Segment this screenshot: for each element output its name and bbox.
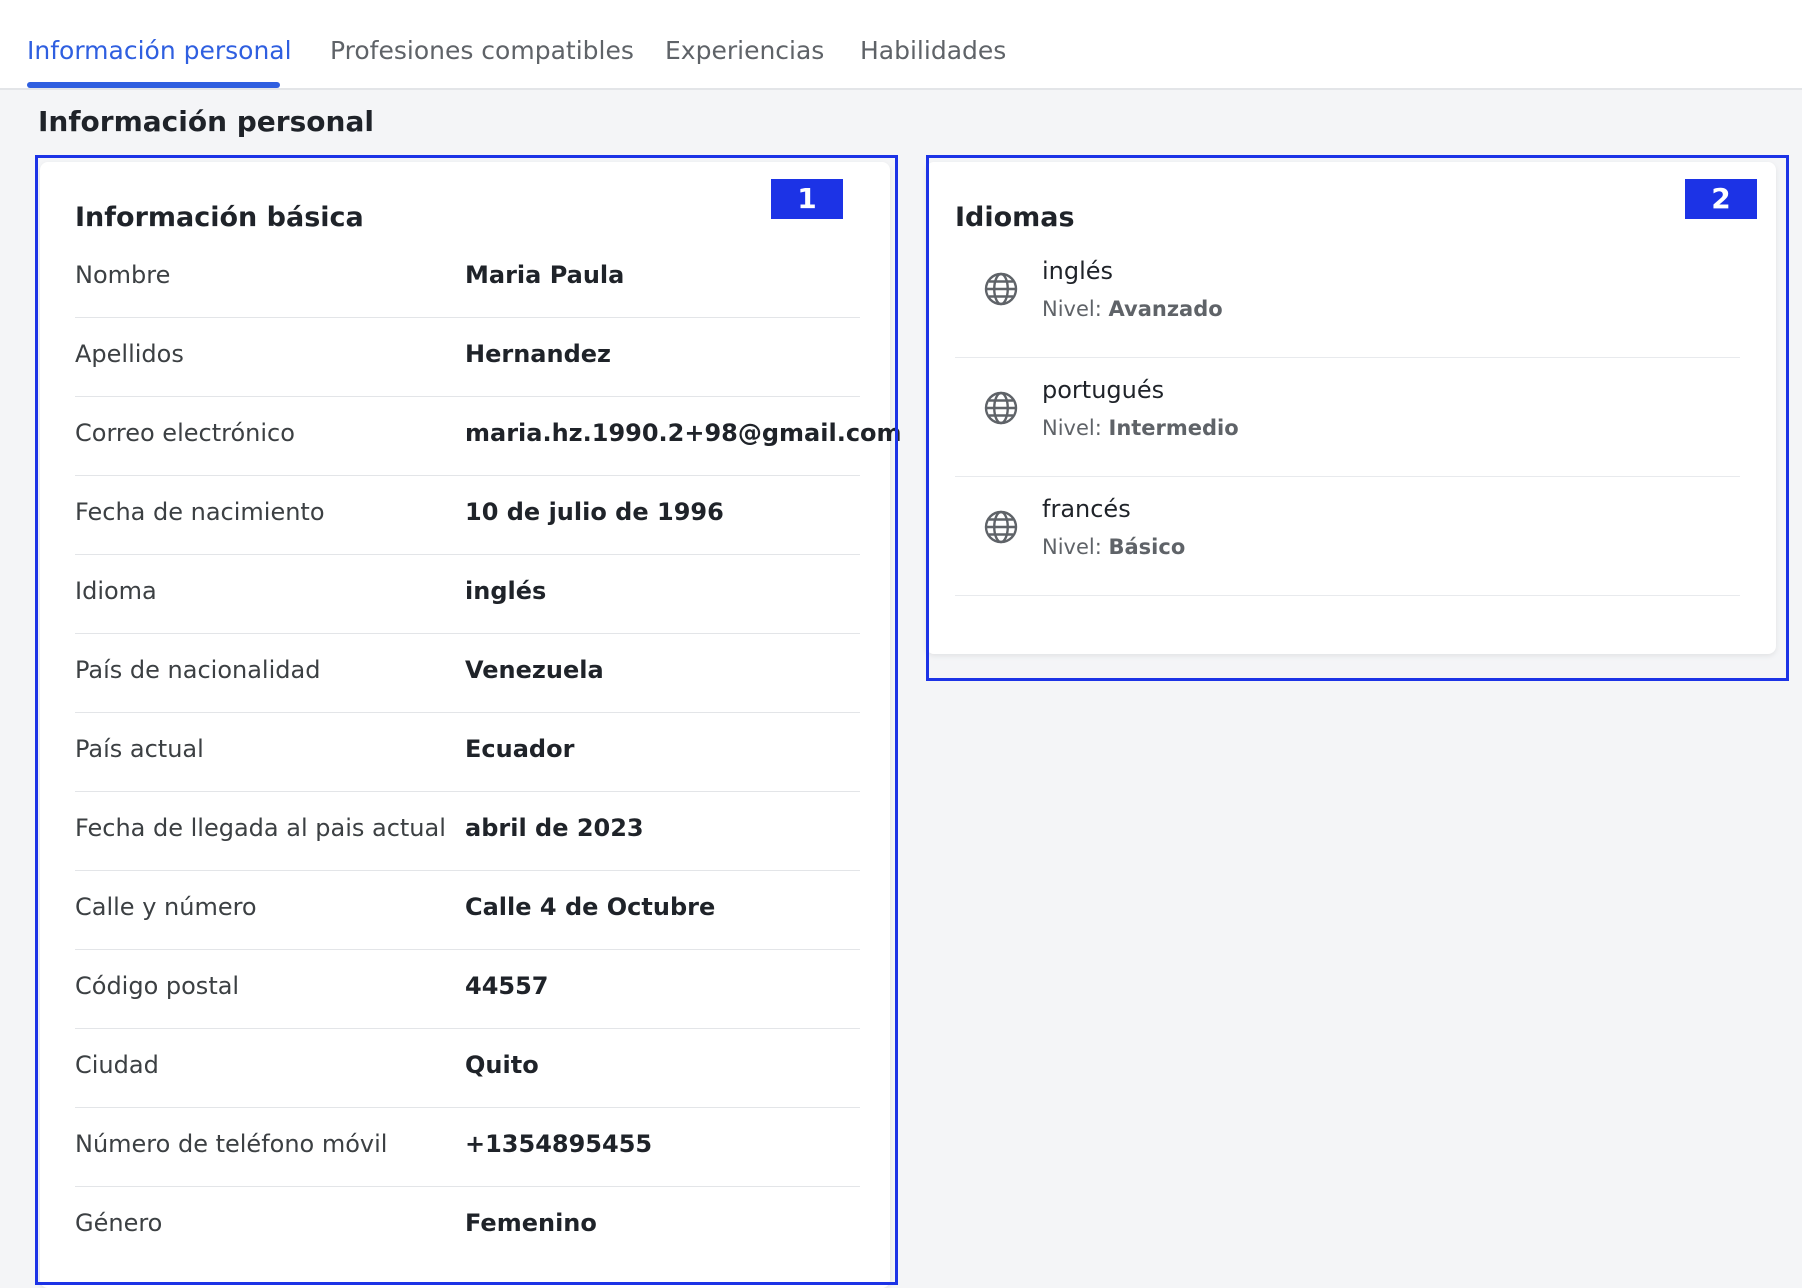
language-level: Nivel: Básico [1042,535,1185,559]
level-value: Básico [1108,535,1186,559]
language-level: Nivel: Intermedio [1042,416,1239,440]
info-row-fecha-llegada: Fecha de llegada al pais actual abril de… [75,792,860,871]
info-value: 44557 [465,972,549,1000]
globe-icon [984,510,1018,544]
languages-list: inglés Nivel: Avanzado portugués Nivel: … [955,239,1740,596]
info-label: Género [75,1209,163,1237]
info-value: +1354895455 [465,1130,653,1158]
languages-title: Idiomas [955,202,1075,233]
page-title: Información personal [38,105,374,138]
level-value: Avanzado [1108,297,1223,321]
info-label: Nombre [75,261,171,289]
tab-habilidades[interactable]: Habilidades [860,36,1006,65]
language-name: portugués [1042,376,1165,404]
language-item-frances: francés Nivel: Básico [955,477,1740,596]
info-value: 10 de julio de 1996 [465,498,724,526]
info-label: Idioma [75,577,157,605]
info-label: Ciudad [75,1051,159,1079]
globe-icon [984,391,1018,425]
info-row-ciudad: Ciudad Quito [75,1029,860,1108]
info-value: inglés [465,577,547,605]
info-label: Fecha de nacimiento [75,498,325,526]
info-value: Calle 4 de Octubre [465,893,716,921]
info-row-pais-nacionalidad: País de nacionalidad Venezuela [75,634,860,713]
globe-icon [984,272,1018,306]
language-level: Nivel: Avanzado [1042,297,1223,321]
info-value: Quito [465,1051,539,1079]
tab-bar: Información personal Profesiones compati… [0,0,1802,90]
language-item-ingles: inglés Nivel: Avanzado [955,239,1740,358]
tab-experiencias[interactable]: Experiencias [665,36,824,65]
basic-info-card: Información básica Nombre Maria Paula Ap… [40,162,902,1288]
info-value: Hernandez [465,340,611,368]
annotation-badge-2: 2 [1685,179,1757,219]
info-value: Ecuador [465,735,575,763]
level-prefix: Nivel: [1042,297,1102,321]
info-value: Venezuela [465,656,604,684]
info-row-apellidos: Apellidos Hernandez [75,318,860,397]
info-row-pais-actual: País actual Ecuador [75,713,860,792]
info-row-idioma: Idioma inglés [75,555,860,634]
language-name: inglés [1042,257,1114,285]
info-label: País actual [75,735,204,763]
info-row-telefono: Número de teléfono móvil +1354895455 [75,1108,860,1187]
info-label: Fecha de llegada al pais actual [75,814,446,842]
info-row-nombre: Nombre Maria Paula [75,239,860,318]
info-value: Maria Paula [465,261,625,289]
annotation-badge-1: 1 [771,179,843,219]
info-value: abril de 2023 [465,814,644,842]
language-name: francés [1042,495,1131,523]
info-label: País de nacionalidad [75,656,321,684]
info-row-fecha-nacimiento: Fecha de nacimiento 10 de julio de 1996 [75,476,860,555]
basic-info-list: Nombre Maria Paula Apellidos Hernandez C… [75,239,902,1266]
level-value: Intermedio [1108,416,1239,440]
basic-info-title: Información básica [75,202,364,233]
info-label: Código postal [75,972,240,1000]
info-label: Calle y número [75,893,257,921]
info-row-correo: Correo electrónico maria.hz.1990.2+98@gm… [75,397,902,476]
info-label: Correo electrónico [75,419,295,447]
info-value: maria.hz.1990.2+98@gmail.com [465,419,902,447]
info-value: Femenino [465,1209,597,1237]
info-row-calle: Calle y número Calle 4 de Octubre [75,871,860,950]
tab-informacion-personal[interactable]: Información personal [27,36,292,65]
tab-profesiones-compatibles[interactable]: Profesiones compatibles [330,36,634,65]
info-label: Número de teléfono móvil [75,1130,388,1158]
info-label: Apellidos [75,340,184,368]
languages-card: Idiomas inglés Nivel: Avanzado portugués… [926,162,1776,654]
info-row-codigo-postal: Código postal 44557 [75,950,860,1029]
level-prefix: Nivel: [1042,535,1102,559]
active-tab-indicator [27,82,280,88]
language-item-portugues: portugués Nivel: Intermedio [955,358,1740,477]
info-row-genero: Género Femenino [75,1187,860,1266]
level-prefix: Nivel: [1042,416,1102,440]
